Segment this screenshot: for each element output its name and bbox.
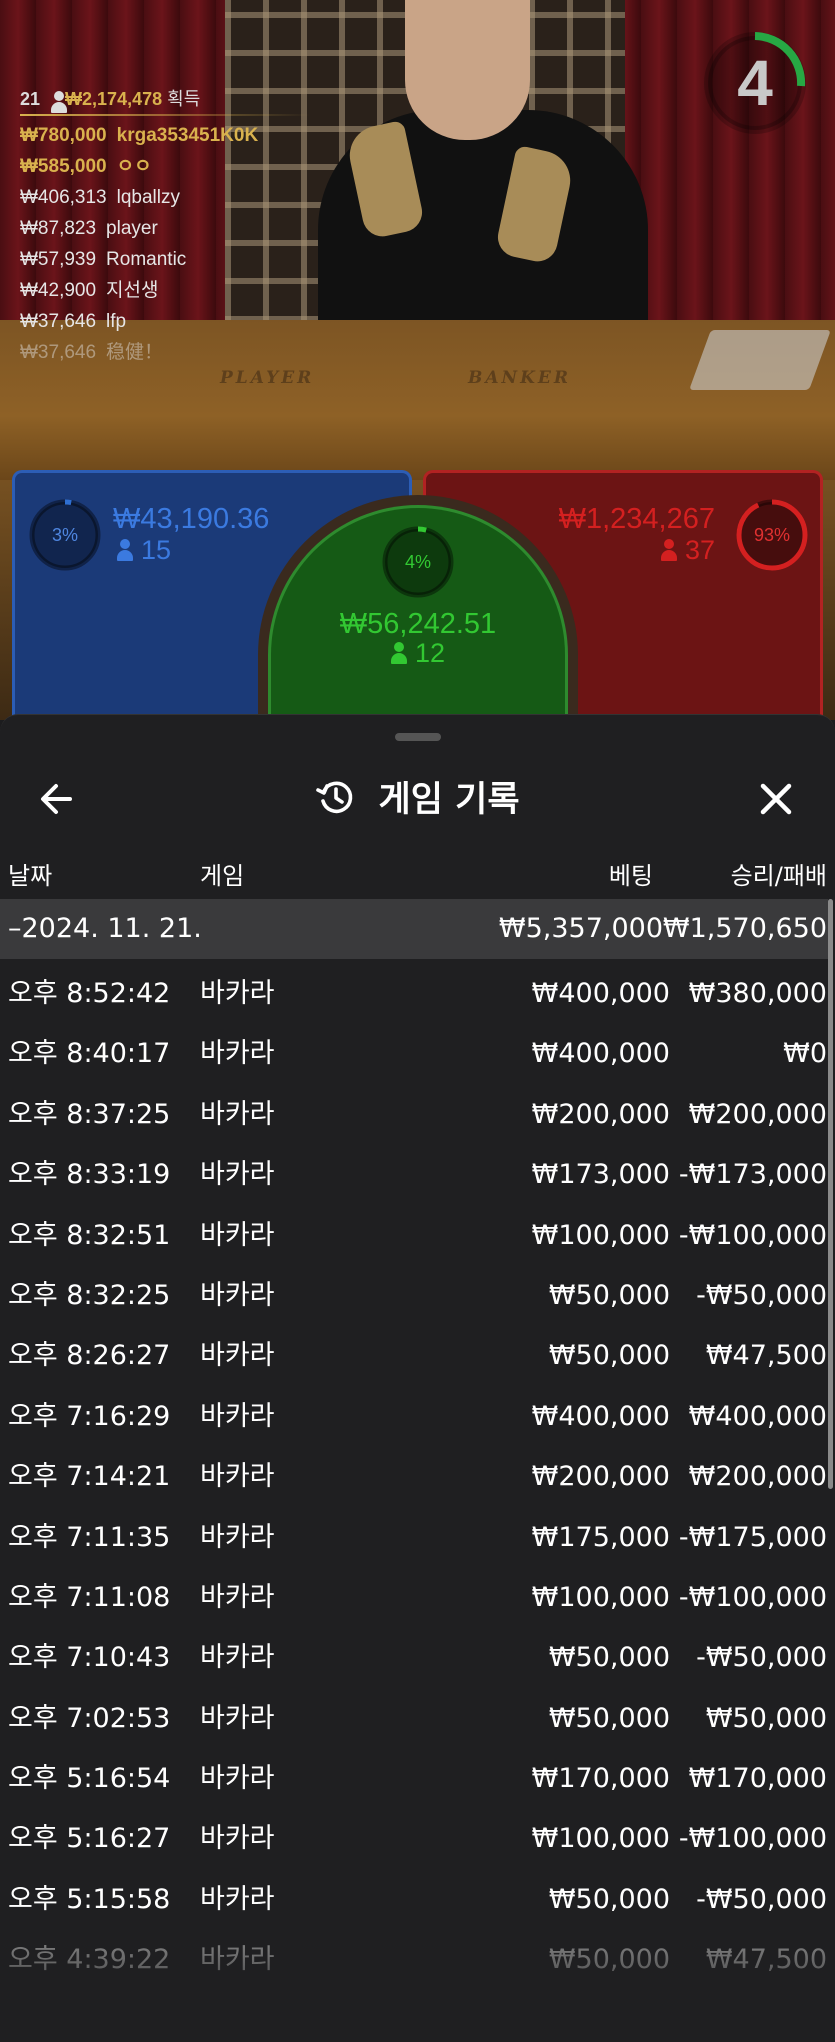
winner-row: ₩406,313 lqballzy [20, 187, 180, 208]
sheet-header: 게임 기록 [0, 755, 835, 835]
winners-list: 21 ₩2,174,478 획득 ₩780,000 krga353451K0K ₩… [20, 84, 310, 368]
title-wrap: 게임 기록 [0, 755, 835, 843]
column-header-game[interactable]: 게임 [200, 851, 244, 901]
table-row[interactable]: 오후 8:32:51 바카라 ₩100,000 -₩100,000 [0, 1201, 835, 1261]
sheet-drag-handle[interactable] [395, 733, 441, 741]
close-icon [760, 783, 792, 815]
tie-percent-ring: 4% [380, 524, 456, 600]
sheet-title: 게임 기록 [378, 779, 520, 820]
table-row[interactable]: 오후 8:33:19 바카라 ₩173,000 -₩173,000 [0, 1140, 835, 1200]
close-button[interactable] [748, 771, 804, 827]
arrow-left-icon [41, 784, 72, 814]
card-shoe [689, 330, 831, 390]
table-row[interactable]: 오후 7:11:08 바카라 ₩100,000 -₩100,000 [0, 1563, 835, 1623]
round-timer: 4 [700, 28, 810, 138]
winner-row: ₩37,646 稳健！ [20, 342, 164, 363]
table-row[interactable]: 오후 5:15:58 바카라 ₩50,000 -₩50,000 [0, 1865, 835, 1925]
table-row[interactable]: 오후 5:16:27 바카라 ₩100,000 -₩100,000 [0, 1804, 835, 1864]
winner-row: ₩585,000 ㅇㅇ [20, 156, 152, 177]
winner-row: ₩87,823 player [20, 218, 158, 239]
banker-percent-ring: 93% [734, 497, 810, 573]
winner-row: ₩42,900 지선생 [20, 280, 159, 301]
player-bet-count: 15 [117, 535, 171, 566]
table-label-player: PLAYER [220, 368, 315, 388]
table-row[interactable]: 오후 7:10:43 바카라 ₩50,000 -₩50,000 [0, 1623, 835, 1683]
table-row[interactable]: 오후 5:16:54 바카라 ₩170,000 ₩170,000 [0, 1744, 835, 1804]
tie-bet-count: 12 [271, 638, 565, 669]
tie-percent: 4% [404, 552, 431, 572]
banker-percent: 93% [753, 525, 791, 545]
date-group-bet-total: ₩5,357,000 [498, 913, 663, 944]
live-video: PLAYER BANKER 4 21 ₩2,174,478 획득 ₩780,00… [0, 0, 835, 720]
game-history-sheet: 게임 기록 날짜 게임 베팅 승리/패배 –2024. 11. 21. ₩5,3… [0, 714, 835, 2042]
date-group-result-total: ₩1,570,650 [662, 913, 827, 944]
table-row[interactable]: 오후 7:11:35 바카라 ₩175,000 -₩175,000 [0, 1503, 835, 1563]
table-row[interactable]: 오후 7:16:29 바카라 ₩400,000 ₩400,000 [0, 1382, 835, 1442]
person-icon [117, 539, 133, 561]
column-header-result[interactable]: 승리/패배 [731, 851, 827, 901]
player-percent-ring: 3% [27, 497, 103, 573]
table-row[interactable]: 오후 8:40:17 바카라 ₩400,000 ₩0 [0, 1019, 835, 1079]
table-row[interactable]: 오후 8:52:42 바카라 ₩400,000 ₩380,000 [0, 959, 835, 1019]
person-icon [51, 91, 68, 113]
winners-count: 21 [20, 89, 41, 109]
table-row[interactable]: 오후 8:26:27 바카라 ₩50,000 ₩47,500 [0, 1321, 835, 1381]
table-row[interactable]: 오후 8:32:25 바카라 ₩50,000 -₩50,000 [0, 1261, 835, 1321]
player-bet-amount: ₩43,190.36 [113, 503, 270, 535]
winner-row: ₩780,000 krga353451K0K [20, 125, 259, 146]
winners-divider [20, 114, 310, 116]
history-rows: 오후 8:52:42 바카라 ₩400,000 ₩380,000 오후 8:40:17… [0, 959, 835, 1986]
date-group-label: –2024. 11. 21. [8, 913, 202, 944]
person-icon [660, 539, 677, 561]
winner-row: ₩57,939 Romantic [20, 249, 187, 270]
banker-bet-count: 37 [660, 535, 715, 566]
dealer-head [405, 0, 530, 140]
column-header-bet[interactable]: 베팅 [609, 851, 653, 901]
table-row[interactable]: 오후 7:14:21 바카라 ₩200,000 ₩200,000 [0, 1442, 835, 1502]
column-header-date[interactable]: 날짜 [8, 851, 52, 901]
winner-row: ₩37,646 lfp [20, 311, 127, 332]
table-row[interactable]: 오후 4:39:22 바카라 ₩50,000 ₩47,500 [0, 1925, 835, 1985]
winners-total: ₩2,174,478 [65, 89, 163, 109]
table-row[interactable]: 오후 8:37:25 바카라 ₩200,000 ₩200,000 [0, 1080, 835, 1140]
banker-bet-amount: ₩1,234,267 [558, 503, 715, 535]
table-row[interactable]: 오후 7:02:53 바카라 ₩50,000 ₩50,000 [0, 1684, 835, 1744]
timer-value: 4 [737, 47, 773, 119]
winners-suffix: 획득 [167, 89, 201, 109]
table-label-banker: BANKER [468, 368, 571, 388]
winners-header: 21 ₩2,174,478 획득 [20, 84, 310, 114]
person-icon [390, 642, 407, 664]
player-percent: 3% [51, 525, 78, 545]
tie-bet-amount: ₩56,242.51 [339, 608, 497, 640]
back-button[interactable] [30, 771, 86, 827]
date-group-row[interactable]: –2024. 11. 21. ₩5,357,000 ₩1,570,650 [0, 899, 828, 959]
history-icon [316, 781, 353, 813]
